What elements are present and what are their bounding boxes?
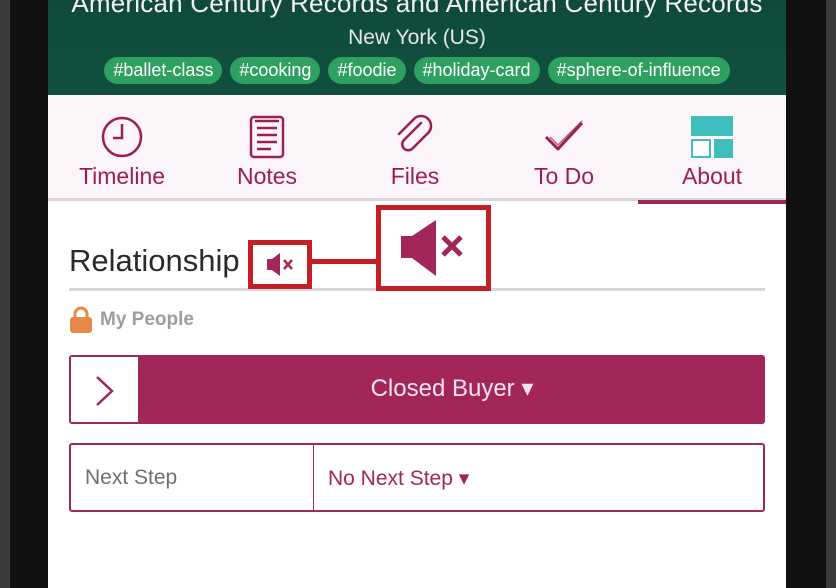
contact-header: American Century Records and American Ce… xyxy=(48,0,786,95)
visibility-label: My People xyxy=(100,309,194,330)
tab-label: Notes xyxy=(236,163,298,189)
annotation-box-small xyxy=(248,240,312,289)
mute-icon-enlarged xyxy=(401,220,463,276)
about-layout-icon xyxy=(691,116,733,158)
tag-chip[interactable]: #cooking xyxy=(230,57,321,84)
tag-chip[interactable]: #holiday-card xyxy=(413,57,540,84)
stage-value[interactable]: Closed Buyer ▾ xyxy=(139,374,765,403)
next-step-dropdown[interactable]: No Next Step ▾ xyxy=(328,466,469,491)
tab-timeline[interactable]: Timeline xyxy=(48,95,196,201)
stage-selector[interactable]: Closed Buyer ▾ xyxy=(69,355,765,424)
tab-files[interactable]: Files xyxy=(341,95,489,201)
contact-location: New York (US) xyxy=(348,26,486,49)
clock-icon xyxy=(101,116,143,158)
tab-notes[interactable]: Notes xyxy=(193,95,341,201)
tab-label: About xyxy=(681,163,743,189)
tag-chip[interactable]: #foodie xyxy=(328,57,406,84)
checkmark-icon xyxy=(544,120,584,151)
contact-name: American Century Records and American Ce… xyxy=(71,0,763,18)
phone-bezel-right xyxy=(786,0,836,588)
stage-advance-button[interactable] xyxy=(70,356,139,423)
field-divider xyxy=(313,445,314,510)
tab-about[interactable]: About xyxy=(638,95,786,204)
tag-chip[interactable]: #sphere-of-influence xyxy=(547,57,730,84)
tab-label: Timeline xyxy=(78,163,166,189)
paperclip-icon xyxy=(397,114,433,152)
mute-icon xyxy=(267,253,293,276)
app-screen: American Century Records and American Ce… xyxy=(48,0,786,588)
lock-icon xyxy=(70,306,92,333)
tab-label: To Do xyxy=(533,163,595,189)
notes-icon xyxy=(249,115,285,159)
relationship-heading: Relationship xyxy=(69,243,240,278)
chevron-right-icon xyxy=(96,376,114,406)
next-step-label: Next Step xyxy=(85,466,178,489)
tag-list: #ballet-class #cooking #foodie #holiday-… xyxy=(48,57,786,84)
tag-chip[interactable]: #ballet-class xyxy=(104,57,223,84)
annotation-connector xyxy=(312,259,378,264)
phone-bezel-left xyxy=(0,0,48,588)
tab-bar: Timeline Notes Files To Do About xyxy=(48,95,786,204)
annotation-box-large xyxy=(376,205,491,291)
next-step-field[interactable]: Next Step No Next Step ▾ xyxy=(69,443,765,512)
tab-label: Files xyxy=(390,163,440,189)
tab-todo[interactable]: To Do xyxy=(490,95,638,201)
